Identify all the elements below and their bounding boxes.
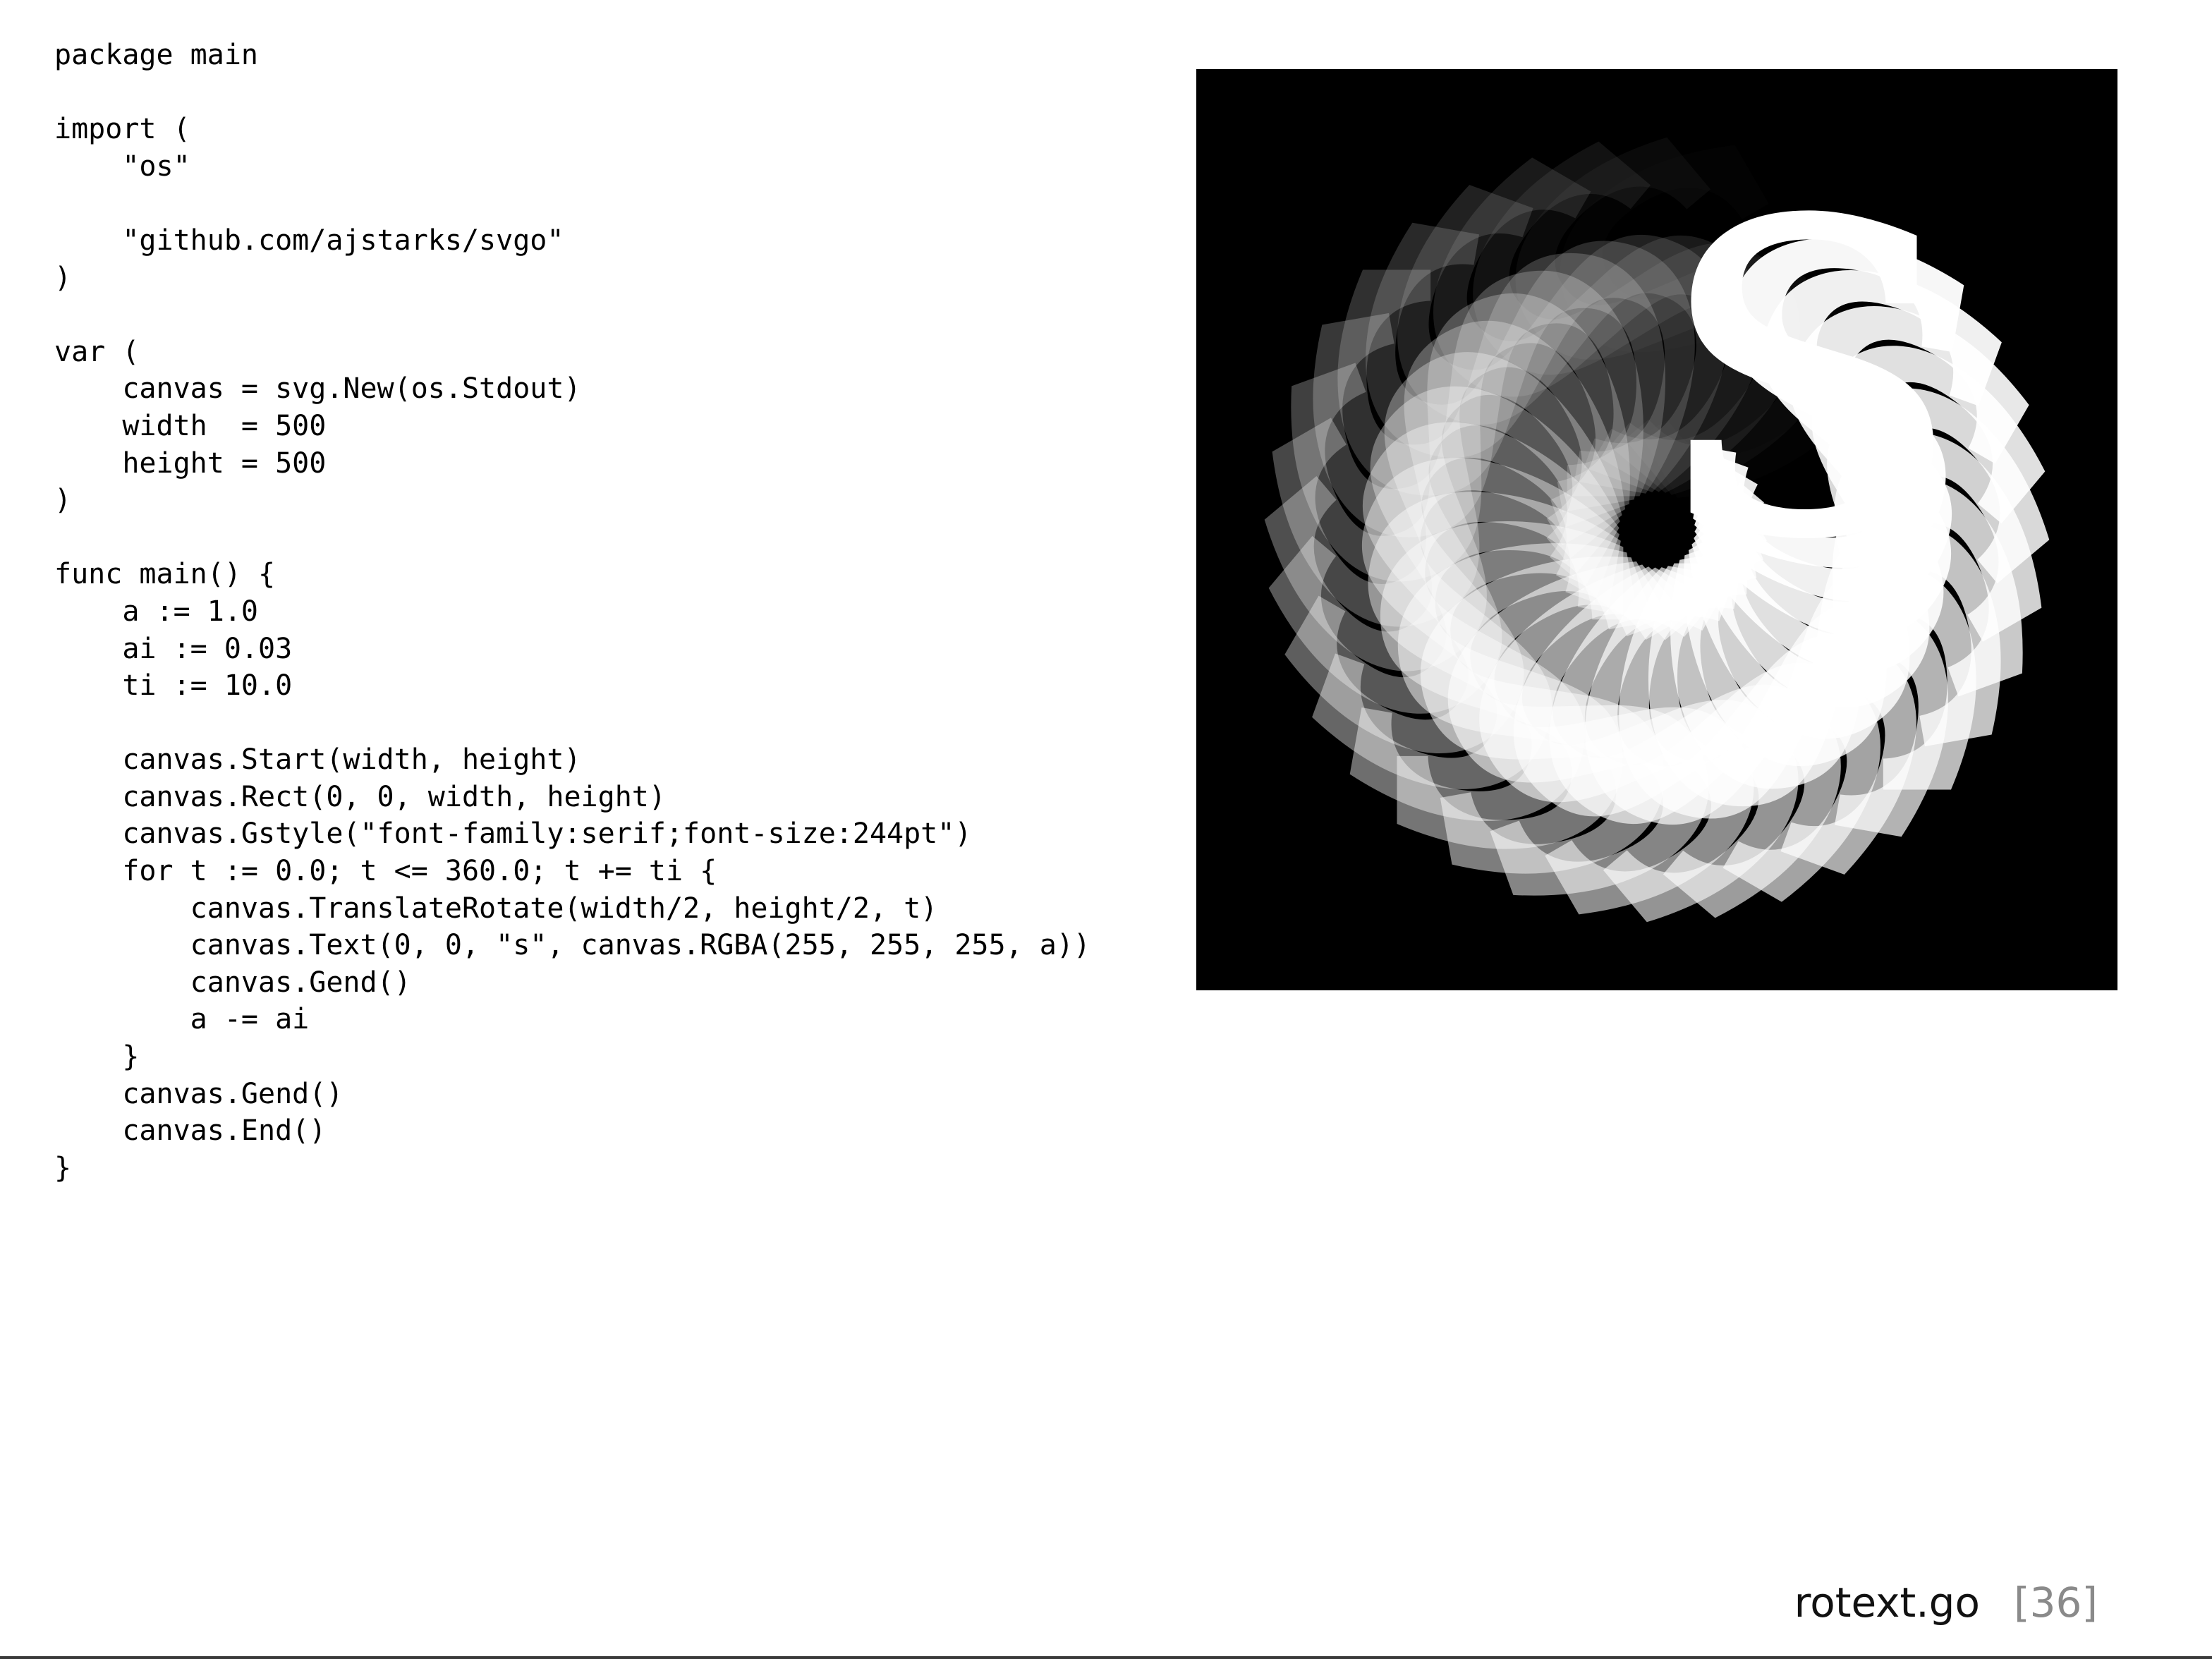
slide-title: rotext.go bbox=[1794, 1579, 1980, 1627]
code-line: ai := 0.03 bbox=[54, 632, 293, 665]
slide-footer: rotext.go [36] bbox=[1794, 1574, 2098, 1631]
code-line: canvas.Start(width, height) bbox=[54, 743, 581, 777]
code-line: canvas = svg.New(os.Stdout) bbox=[54, 372, 581, 406]
rotated-glyph: s bbox=[1657, 69, 1964, 672]
rotated-glyph-group: sssssssssssssssssssssssssssssssssssss bbox=[1196, 69, 2117, 990]
bottom-divider bbox=[0, 1656, 2212, 1659]
code-line: for t := 0.0; t <= 360.0; t += ti { bbox=[54, 855, 717, 888]
glyph-s: s bbox=[1657, 69, 1964, 672]
code-line: a := 1.0 bbox=[54, 595, 258, 628]
rotated-s-artwork: sssssssssssssssssssssssssssssssssssss bbox=[1196, 69, 2117, 990]
code-listing: package main import ( "os" "github.com/aj… bbox=[54, 37, 1090, 1186]
code-line: canvas.End() bbox=[54, 1114, 327, 1148]
page-number: [36] bbox=[2013, 1579, 2098, 1627]
code-line: } bbox=[54, 1040, 140, 1074]
code-line: canvas.Gstyle("font-family:serif;font-si… bbox=[54, 818, 972, 851]
code-line: a -= ai bbox=[54, 1003, 310, 1036]
code-line: height = 500 bbox=[54, 446, 327, 480]
code-line: canvas.Gend() bbox=[54, 1077, 344, 1110]
code-line: } bbox=[54, 1151, 72, 1184]
code-line: package main bbox=[54, 39, 258, 71]
code-line: func main() { bbox=[54, 558, 276, 591]
code-line: ) bbox=[54, 261, 72, 294]
code-line: ) bbox=[54, 484, 72, 517]
code-line: canvas.Text(0, 0, "s", canvas.RGBA(255, … bbox=[54, 929, 1091, 962]
code-line: ti := 10.0 bbox=[54, 669, 293, 703]
rotated-text-figure: sssssssssssssssssssssssssssssssssssss bbox=[1196, 69, 2117, 990]
code-line: import ( bbox=[54, 113, 190, 146]
code-line: "github.com/ajstarks/svgo" bbox=[54, 224, 564, 257]
code-line: "os" bbox=[54, 150, 190, 183]
code-line: canvas.Gend() bbox=[54, 966, 411, 999]
code-line: width = 500 bbox=[54, 409, 327, 442]
code-line: canvas.TranslateRotate(width/2, height/2… bbox=[54, 892, 938, 925]
code-line: var ( bbox=[54, 335, 140, 368]
code-line: canvas.Rect(0, 0, width, height) bbox=[54, 780, 666, 813]
